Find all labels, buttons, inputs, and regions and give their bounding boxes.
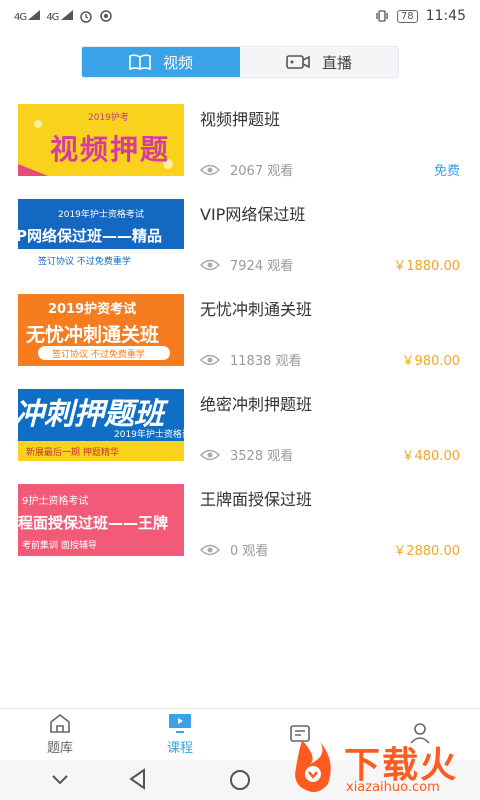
course-thumbnail: 冲刺押题班 2019年护士资格证 新展最后一期 押题精华: [18, 389, 184, 461]
thumb-top-text: 9护士资格考试: [22, 496, 89, 507]
course-title: VIP网络保过班: [200, 205, 306, 224]
view-count: 7924 观看: [200, 255, 293, 274]
camera-icon: [286, 55, 310, 69]
course-item[interactable]: 2019护考 视频押题 视频押题班 2067 观看 免费: [0, 100, 480, 195]
course-thumbnail: 2019护资考试 无忧冲刺通关班 签订协议 不过免费重学: [18, 294, 184, 366]
thumb-top-text: 2019护资考试: [48, 302, 137, 317]
thumb-headline: P网络保过班——精品: [18, 227, 162, 245]
thumb-top-text: 2019年护士资格考试: [58, 210, 144, 220]
sync-icon: [99, 10, 112, 22]
eye-icon: [200, 354, 220, 365]
course-thumbnail: 2019年护士资格考试 P网络保过班——精品 签订协议 不过免费重学: [18, 199, 184, 271]
house-icon: [50, 713, 70, 733]
course-title: 视频押题班: [200, 110, 281, 129]
tab-video-label: 视频: [162, 53, 193, 72]
signal-icon: 4G: [14, 9, 41, 23]
view-count: 0 观看: [200, 540, 268, 559]
tab-live[interactable]: 直播: [240, 47, 398, 77]
course-thumbnail: 9护士资格考试 程面授保过班——王牌 考前集训 面授辅导: [18, 484, 184, 556]
eye-icon: [200, 449, 220, 460]
course-thumbnail: 2019护考 视频押题: [18, 104, 184, 176]
alarm-icon: [79, 11, 92, 23]
course-title: 绝密冲刺押题班: [200, 395, 313, 414]
nav-courses[interactable]: 课程: [120, 709, 240, 760]
status-bar: 4G 4G 78 11:45: [0, 0, 480, 32]
thumb-headline: 视频押题: [50, 133, 171, 166]
course-item[interactable]: 9护士资格考试 程面授保过班——王牌 考前集训 面授辅导 王牌面授保过班 0 观…: [0, 480, 480, 575]
course-price: 免费: [433, 164, 460, 179]
course-price: ￥2880.00: [393, 544, 460, 559]
tab-video[interactable]: 视频: [82, 47, 240, 77]
course-item[interactable]: 2019年护士资格考试 P网络保过班——精品 签订协议 不过免费重学 VIP网络…: [0, 195, 480, 290]
chevron-down-icon[interactable]: [50, 772, 70, 786]
thumb-sub-text: 新展最后一期 押题精华: [26, 448, 119, 458]
course-item[interactable]: 冲刺押题班 2019年护士资格证 新展最后一期 押题精华 绝密冲刺押题班 352…: [0, 385, 480, 480]
course-list: 2019护考 视频押题 视频押题班 2067 观看 免费 2019年护士资格考试…: [0, 100, 480, 575]
eye-icon: [200, 164, 220, 175]
nav-label: 题库: [46, 741, 73, 756]
vibrate-icon: [376, 10, 388, 22]
back-icon[interactable]: [128, 768, 148, 790]
thumb-sub-text: 考前集训 面授辅导: [22, 541, 97, 551]
signal-icon-2: 4G: [46, 9, 73, 23]
course-title: 王牌面授保过班: [200, 490, 313, 509]
thumb-headline: 程面授保过班——王牌: [18, 514, 169, 532]
thumb-sub-text: 签订协议 不过免费重学: [38, 257, 131, 267]
view-count: 3528 观看: [200, 445, 293, 464]
thumb-top-text: 2019年护士资格证: [114, 430, 184, 440]
thumb-headline: 无忧冲刺通关班: [26, 324, 160, 346]
view-count: 2067 观看: [200, 160, 293, 179]
watermark: 下载火 xiazaihuo.com: [288, 734, 478, 798]
thumb-top-text: 2019护考: [88, 113, 129, 123]
monitor-icon: [169, 714, 191, 733]
thumb-sub-text: 签订协议 不过免费重学: [52, 350, 145, 360]
view-count: 11838 观看: [200, 350, 302, 369]
nav-label: 课程: [166, 741, 193, 756]
watermark-url: xiazaihuo.com: [346, 780, 440, 795]
content-type-tabs: 视频 直播: [81, 46, 399, 78]
course-price: ￥480.00: [401, 449, 461, 464]
eye-icon: [200, 544, 220, 555]
tab-live-label: 直播: [321, 53, 352, 72]
home-icon[interactable]: [228, 768, 252, 792]
clock: 11:45: [425, 8, 466, 24]
eye-icon: [200, 259, 220, 270]
course-price: ￥1880.00: [393, 259, 460, 274]
nav-question-bank[interactable]: 题库: [0, 709, 120, 760]
course-price: ￥980.00: [401, 354, 461, 369]
book-icon: [129, 54, 151, 70]
battery-icon: 78: [396, 9, 418, 23]
course-item[interactable]: 2019护资考试 无忧冲刺通关班 签订协议 不过免费重学 无忧冲刺通关班 118…: [0, 290, 480, 385]
course-title: 无忧冲刺通关班: [200, 300, 313, 319]
